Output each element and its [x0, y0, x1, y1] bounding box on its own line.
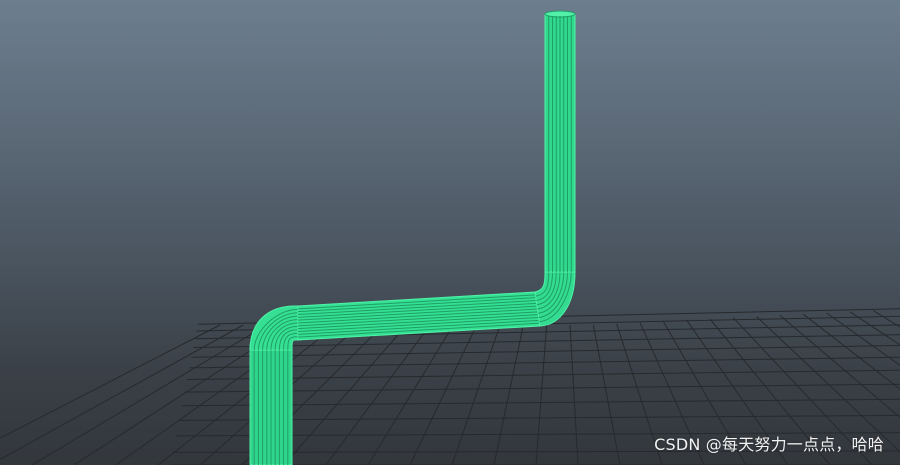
pipe-top-segment[interactable]	[544, 10, 576, 273]
grid-line	[409, 324, 478, 465]
grid-line	[325, 324, 431, 465]
pipe-upper-elbow[interactable]	[534, 271, 576, 327]
pipe-wireframe-mesh[interactable]	[249, 10, 576, 465]
grid-line	[451, 324, 501, 465]
grid-line	[0, 324, 221, 439]
grid-line	[157, 324, 337, 465]
grid-line	[535, 324, 548, 465]
watermark-text: CSDN @每天努力一点点，哈哈	[654, 435, 884, 454]
maya-viewport[interactable]: CSDN @每天努力一点点，哈哈	[0, 0, 900, 465]
grid-line	[0, 324, 244, 461]
scene-canvas[interactable]	[0, 0, 900, 465]
grid-line	[592, 324, 621, 465]
pipe-bottom-segment[interactable]	[249, 344, 293, 465]
grid-line	[367, 324, 454, 465]
grid-line	[31, 324, 267, 465]
grid-line	[569, 324, 579, 465]
grid-line	[189, 356, 900, 369]
pipe-lower-elbow[interactable]	[249, 305, 301, 351]
grid-line	[493, 324, 524, 465]
